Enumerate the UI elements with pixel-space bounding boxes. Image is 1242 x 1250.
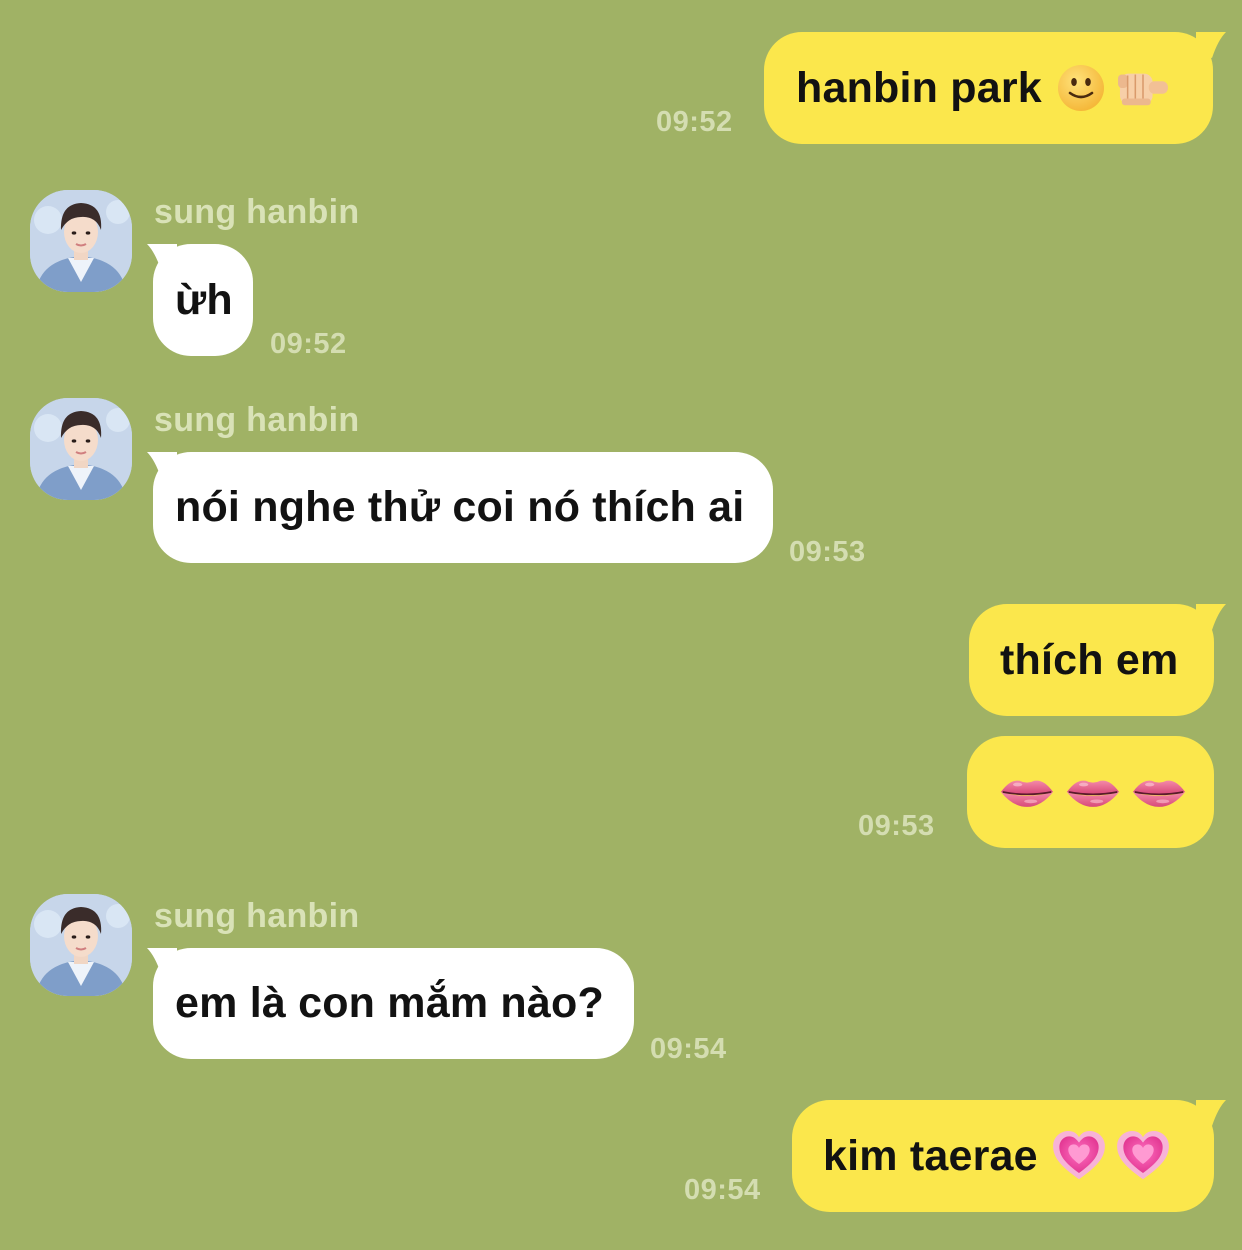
avatar-photo-icon bbox=[30, 398, 132, 500]
bubble-tail bbox=[1196, 32, 1226, 58]
message-timestamp: 09:52 bbox=[270, 328, 347, 360]
message-timestamp: 09:54 bbox=[684, 1174, 761, 1206]
message-text: hanbin park bbox=[796, 63, 1042, 112]
message-text: kim taerae bbox=[823, 1131, 1038, 1180]
message-timestamp: 09:53 bbox=[789, 536, 866, 568]
sender-name: sung hanbin bbox=[154, 401, 360, 439]
backhand-index-pointing-icon bbox=[1114, 64, 1172, 112]
avatar-photo-icon bbox=[30, 190, 132, 292]
message-text: nói nghe thử coi nó thích ai bbox=[175, 483, 745, 531]
contact-avatar[interactable] bbox=[30, 190, 132, 292]
bubble-tail bbox=[1196, 604, 1226, 630]
message-text: ừh bbox=[175, 275, 233, 324]
message-bubble-outgoing[interactable] bbox=[967, 736, 1214, 848]
chat-thread: hanbin park 09:52 sung hanbin ừh 09:52 s… bbox=[0, 0, 1242, 1250]
lips-icon bbox=[1131, 773, 1187, 811]
lips-icon bbox=[999, 773, 1055, 811]
message-timestamp: 09:54 bbox=[650, 1033, 727, 1065]
avatar-photo-icon bbox=[30, 894, 132, 996]
growing-heart-icon bbox=[1052, 1131, 1106, 1181]
message-text: em là con mắm nào? bbox=[175, 979, 604, 1027]
message-bubble-outgoing[interactable]: kim taerae bbox=[792, 1100, 1214, 1212]
sender-name: sung hanbin bbox=[154, 193, 360, 231]
message-timestamp: 09:53 bbox=[858, 810, 935, 842]
message-bubble-outgoing[interactable]: thích em bbox=[969, 604, 1214, 716]
contact-avatar[interactable] bbox=[30, 398, 132, 500]
message-bubble-incoming[interactable]: ừh bbox=[153, 244, 253, 356]
slightly-smiling-face-icon bbox=[1056, 63, 1106, 113]
message-text: thích em bbox=[1000, 635, 1179, 684]
lips-icon bbox=[1065, 773, 1121, 811]
contact-avatar[interactable] bbox=[30, 894, 132, 996]
sender-name: sung hanbin bbox=[154, 897, 360, 935]
message-bubble-incoming[interactable]: em là con mắm nào? bbox=[153, 948, 634, 1059]
growing-heart-icon bbox=[1116, 1131, 1170, 1181]
message-bubble-outgoing[interactable]: hanbin park bbox=[764, 32, 1213, 144]
message-bubble-incoming[interactable]: nói nghe thử coi nó thích ai bbox=[153, 452, 773, 563]
message-timestamp: 09:52 bbox=[656, 106, 733, 138]
bubble-tail bbox=[1196, 1100, 1226, 1126]
